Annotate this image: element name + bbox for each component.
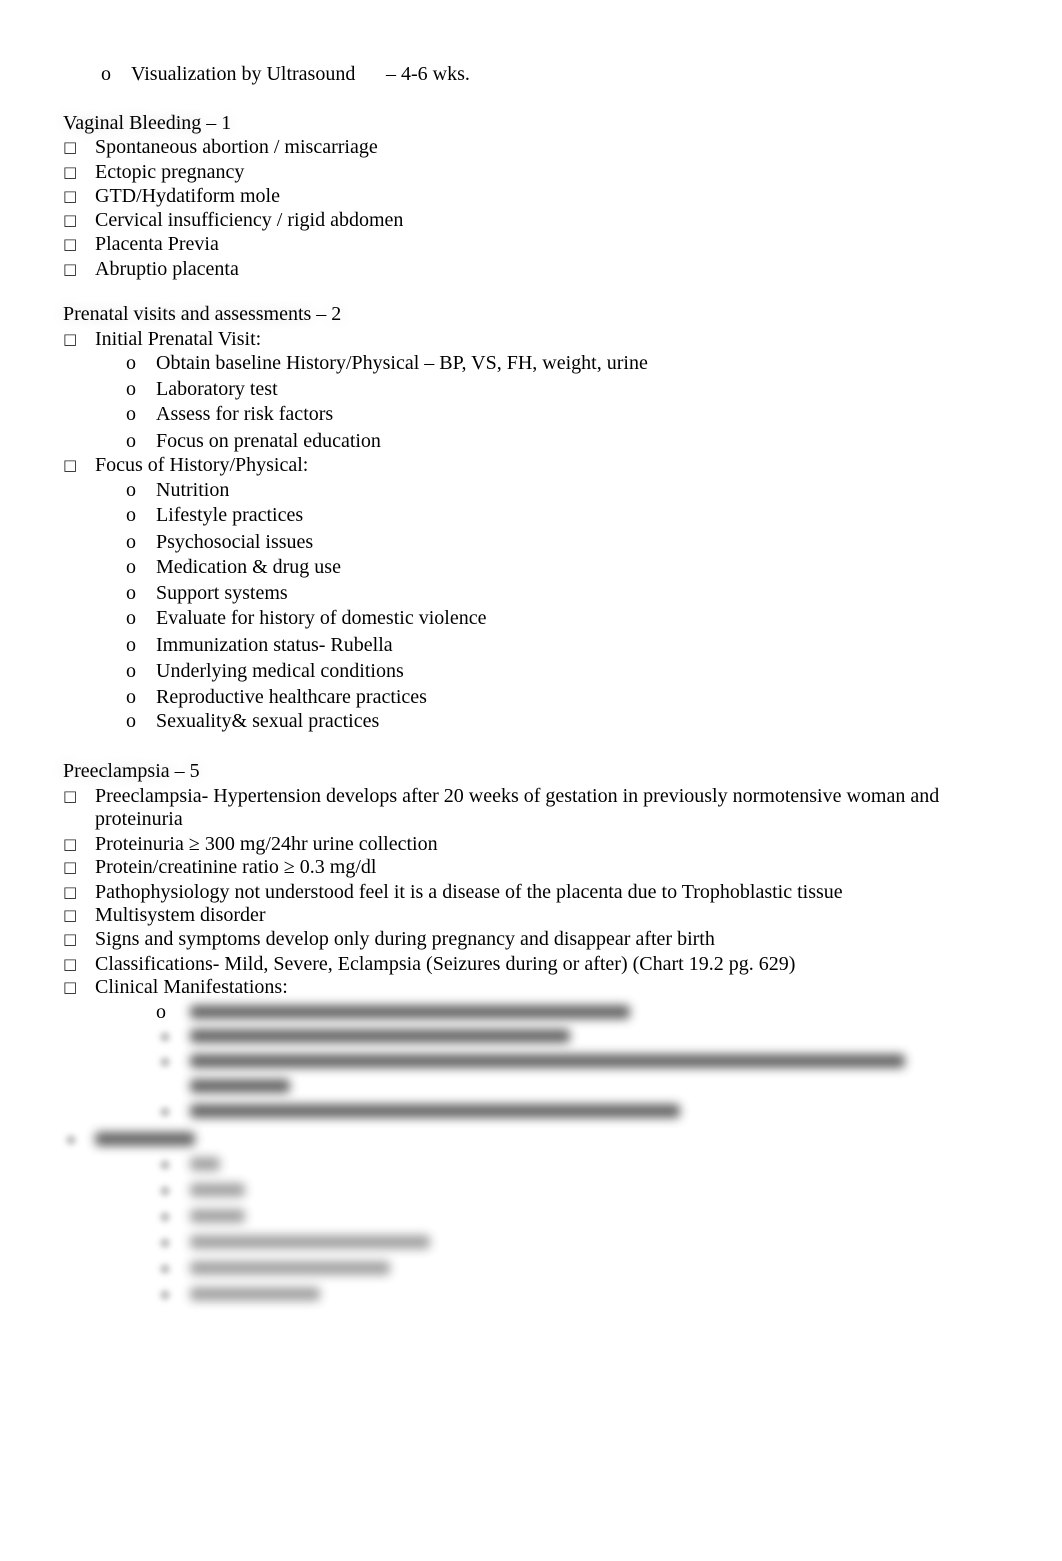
list-item: Proteinuria ≥ 300 mg/24hr urine collecti… bbox=[95, 833, 438, 855]
list-item: GTD/Hydatiform mole bbox=[95, 185, 280, 207]
bullet-icon: □ bbox=[63, 955, 78, 973]
sub-bullet: o bbox=[126, 378, 136, 400]
blurred-bullet bbox=[160, 1290, 170, 1300]
sub-list-item: Immunization status- Rubella bbox=[156, 634, 393, 656]
sub-bullet: o bbox=[126, 582, 136, 604]
list-item: Initial Prenatal Visit: bbox=[95, 328, 262, 350]
sub-bullet: o bbox=[126, 403, 136, 425]
sub-list-item: Laboratory test bbox=[156, 378, 278, 400]
sub-list-item: Evaluate for history of domestic violenc… bbox=[156, 607, 487, 629]
sub-bullet: o bbox=[101, 63, 111, 85]
bullet-icon: □ bbox=[63, 906, 78, 924]
list-item: Pathophysiology not understood feel it i… bbox=[95, 881, 843, 903]
blurred-bullet bbox=[160, 1264, 170, 1274]
bullet-icon: □ bbox=[63, 883, 78, 901]
blurred-bullet bbox=[160, 1212, 170, 1222]
blurred-bullet bbox=[160, 1032, 170, 1042]
bullet-icon: □ bbox=[63, 235, 78, 253]
sub-list-item: Nutrition bbox=[156, 479, 230, 501]
list-item: Protein/creatinine ratio ≥ 0.3 mg/dl bbox=[95, 856, 377, 878]
sub-bullet: o bbox=[126, 634, 136, 656]
bullet-icon: □ bbox=[63, 858, 78, 876]
bullet-icon: □ bbox=[63, 330, 78, 348]
sub-list-item: Focus on prenatal education bbox=[156, 430, 381, 452]
bullet-icon: □ bbox=[63, 138, 78, 156]
list-item: Multisystem disorder bbox=[95, 904, 266, 926]
sub-bullet: o bbox=[156, 1001, 166, 1023]
sub-bullet: o bbox=[126, 556, 136, 578]
sub-list-item: Medication & drug use bbox=[156, 556, 341, 578]
blurred-text-line bbox=[190, 1104, 680, 1118]
bullet-icon: □ bbox=[63, 187, 78, 205]
blurred-text-line bbox=[95, 1132, 195, 1146]
blurred-bullet bbox=[160, 1186, 170, 1196]
blurred-text-line bbox=[190, 1261, 390, 1275]
blurred-bullet bbox=[66, 1135, 76, 1145]
sub-bullet: o bbox=[126, 710, 136, 732]
document-page: o Visualization by Ultrasound – 4-6 wks.… bbox=[0, 0, 1062, 1561]
blurred-text-line bbox=[190, 1157, 220, 1171]
sub-list-item: Support systems bbox=[156, 582, 288, 604]
sub-bullet: o bbox=[126, 504, 136, 526]
sub-bullet: o bbox=[126, 352, 136, 374]
blurred-text-line bbox=[190, 1209, 245, 1223]
list-item: Signs and symptoms develop only during p… bbox=[95, 928, 715, 950]
sub-bullet: o bbox=[126, 430, 136, 452]
bullet-icon: □ bbox=[63, 978, 78, 996]
sub-list-item: Reproductive healthcare practices bbox=[156, 686, 427, 708]
list-item: Abruptio placenta bbox=[95, 258, 239, 280]
blurred-text-line bbox=[190, 1054, 905, 1068]
list-item: Focus of History/Physical: bbox=[95, 454, 309, 476]
sub-bullet: o bbox=[126, 479, 136, 501]
sub-bullet: o bbox=[126, 686, 136, 708]
sub-bullet: o bbox=[126, 531, 136, 553]
blurred-text-line bbox=[190, 1005, 630, 1019]
list-item: Preeclampsia- Hypertension develops afte… bbox=[95, 785, 940, 807]
sub-list-item: Lifestyle practices bbox=[156, 504, 304, 526]
bullet-icon: □ bbox=[63, 787, 78, 805]
blurred-text-line bbox=[190, 1235, 430, 1249]
blurred-text-line bbox=[190, 1079, 290, 1093]
sub-list-item: Sexuality& sexual practices bbox=[156, 710, 380, 732]
blurred-text-line bbox=[190, 1287, 320, 1301]
list-item: Clinical Manifestations: bbox=[95, 976, 288, 998]
blurred-bullet bbox=[160, 1107, 170, 1117]
section-heading-preeclampsia: Preeclampsia – 5 bbox=[63, 760, 200, 782]
bullet-icon: □ bbox=[63, 835, 78, 853]
blurred-bullet bbox=[160, 1057, 170, 1067]
bullet-icon: □ bbox=[63, 930, 78, 948]
list-item-continuation: proteinuria bbox=[95, 808, 183, 830]
sub-list-item: Assess for risk factors bbox=[156, 403, 334, 425]
list-item: Classifications- Mild, Severe, Eclampsia… bbox=[95, 953, 796, 975]
blurred-text-line bbox=[190, 1183, 245, 1197]
list-item: Cervical insufficiency / rigid abdomen bbox=[95, 209, 404, 231]
bullet-icon: □ bbox=[63, 260, 78, 278]
sub-bullet: o bbox=[126, 607, 136, 629]
list-item-suffix: – 4-6 wks. bbox=[386, 63, 470, 85]
sub-list-item: Underlying medical conditions bbox=[156, 660, 404, 682]
bullet-icon: □ bbox=[63, 163, 78, 181]
sub-list-item: Psychosocial issues bbox=[156, 531, 314, 553]
bullet-icon: □ bbox=[63, 456, 78, 474]
blurred-bullet bbox=[160, 1160, 170, 1170]
list-item-text: Visualization by Ultrasound bbox=[131, 63, 356, 85]
bullet-icon: □ bbox=[63, 211, 78, 229]
section-heading-vaginal-bleeding: Vaginal Bleeding – 1 bbox=[63, 112, 232, 134]
list-item: Placenta Previa bbox=[95, 233, 219, 255]
list-item: Spontaneous abortion / miscarriage bbox=[95, 136, 378, 158]
list-item: Ectopic pregnancy bbox=[95, 161, 245, 183]
section-heading-prenatal-visits: Prenatal visits and assessments – 2 bbox=[63, 303, 342, 325]
sub-list-item: Obtain baseline History/Physical – BP, V… bbox=[156, 352, 648, 374]
blurred-text-line bbox=[190, 1029, 570, 1043]
sub-bullet: o bbox=[126, 660, 136, 682]
blurred-bullet bbox=[160, 1238, 170, 1248]
